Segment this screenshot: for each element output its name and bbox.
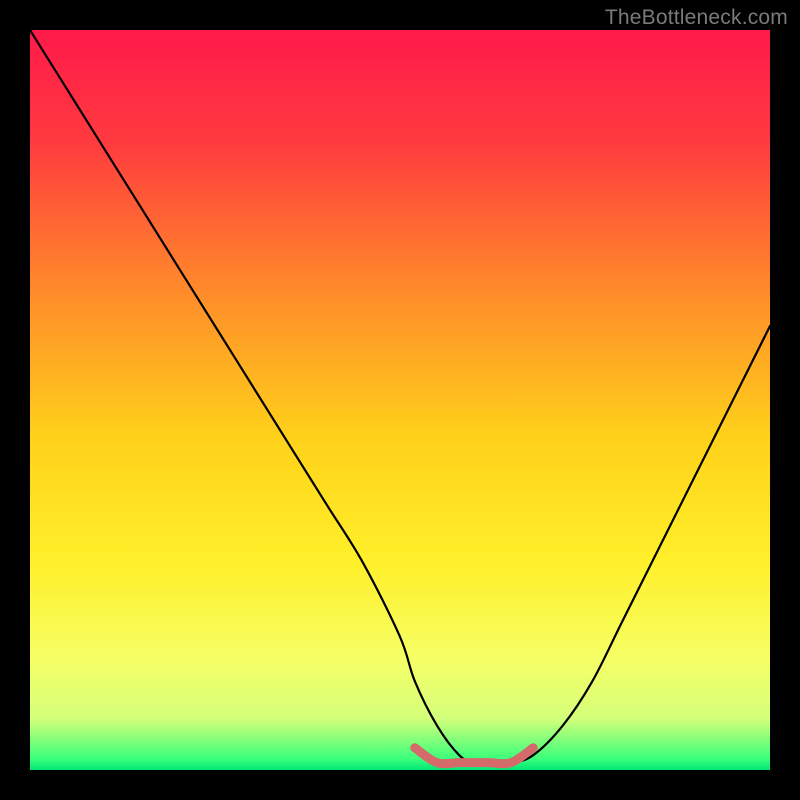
watermark-text: TheBottleneck.com (605, 6, 788, 30)
plot-area (30, 30, 770, 770)
chart-frame: TheBottleneck.com (0, 0, 800, 800)
bottleneck-curve (30, 30, 770, 763)
curve-layer (30, 30, 770, 770)
optimal-band-marker (415, 748, 533, 764)
